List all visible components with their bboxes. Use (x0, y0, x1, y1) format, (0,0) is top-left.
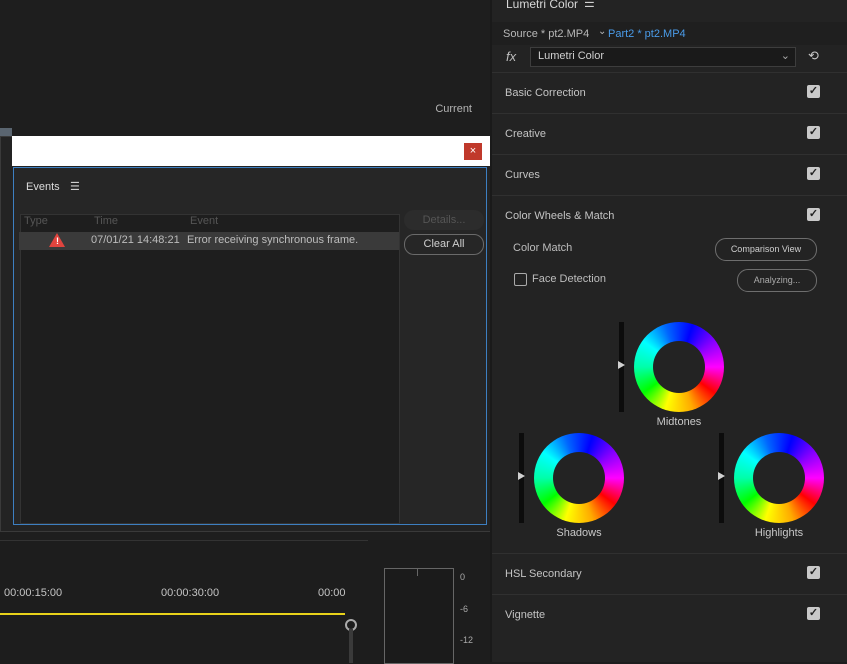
chevron-down-icon: ⌄ (780, 50, 790, 62)
face-detection-label: Face Detection (532, 273, 606, 285)
close-button[interactable]: × (464, 143, 482, 160)
column-header-type[interactable]: Type (24, 215, 48, 227)
slider-knob[interactable] (618, 361, 625, 369)
section-checkbox[interactable]: ✓ (807, 167, 820, 180)
meter-box (384, 568, 454, 664)
warning-icon-mark: ! (56, 236, 59, 246)
effect-row: fx Lumetri Color ⌄ ⟲ (492, 45, 847, 69)
section-label: HSL Secondary (505, 568, 582, 580)
section-color-wheels[interactable]: Color Wheels & Match ✓ (492, 195, 847, 237)
section-label: Creative (505, 128, 546, 140)
current-label: Current (435, 103, 472, 115)
panel-title[interactable]: Lumetri Color (506, 0, 578, 11)
panel-menu-icon[interactable]: ☰ (70, 180, 80, 193)
wheel-center[interactable] (753, 452, 805, 504)
color-match-label: Color Match (513, 242, 573, 254)
meter-tick: -12 (460, 635, 474, 645)
wheel-center[interactable] (553, 452, 605, 504)
effect-select-value: Lumetri Color (538, 50, 605, 62)
highlights-color-wheel[interactable] (734, 433, 824, 523)
lumetri-color-panel: Lumetri Color ☰ Source * pt2.MP4 ⌄ Part2… (490, 0, 847, 662)
section-curves[interactable]: Curves ✓ (492, 154, 847, 196)
source-bar: Source * pt2.MP4 ⌄ Part2 * pt2.MP4 (492, 22, 847, 45)
timecode-label: 00:00:15:00 (4, 587, 63, 599)
work-area-bar[interactable] (0, 613, 345, 615)
section-vignette[interactable]: Vignette ✓ (492, 594, 847, 636)
meter-divider (417, 568, 418, 576)
section-checkbox[interactable]: ✓ (807, 607, 820, 620)
event-time: 07/01/21 14:48:21 (91, 234, 180, 246)
chevron-down-icon[interactable]: ⌄ (598, 26, 606, 37)
highlights-label: Highlights (754, 527, 804, 539)
section-checkbox[interactable]: ✓ (807, 566, 820, 579)
column-header-event[interactable]: Event (190, 215, 218, 227)
slider-knob[interactable] (518, 472, 525, 480)
timeline-panel: 00:00:15:00 00:00:30:00 00:00 (0, 540, 368, 663)
effect-select[interactable]: Lumetri Color ⌄ (530, 47, 796, 67)
events-panel-title: Events (26, 181, 60, 193)
section-creative[interactable]: Creative ✓ (492, 113, 847, 155)
panel-menu-icon[interactable]: ☰ (584, 0, 595, 10)
section-basic-correction[interactable]: Basic Correction ✓ (492, 72, 847, 114)
timecode-label: 00:00 (318, 587, 346, 599)
scrollbar-track[interactable] (349, 629, 353, 663)
wheel-center[interactable] (653, 341, 705, 393)
midtones-slider[interactable] (618, 322, 625, 412)
section-checkbox[interactable]: ✓ (807, 208, 820, 221)
clear-all-button[interactable]: Clear All (404, 234, 484, 255)
section-label: Vignette (505, 609, 546, 621)
face-detection-checkbox[interactable] (514, 273, 527, 286)
column-header-time[interactable]: Time (94, 215, 118, 227)
midtones-label: Midtones (656, 416, 702, 428)
analyzing-button[interactable]: Analyzing... (737, 269, 817, 292)
meter-tick: 0 (460, 572, 466, 582)
shadows-label: Shadows (556, 527, 602, 539)
highlights-slider[interactable] (718, 433, 725, 523)
shadows-color-wheel[interactable] (534, 433, 624, 523)
shadows-slider[interactable] (518, 433, 525, 523)
events-panel: Events ☰ Type Time Event ! 07/01/21 14:4… (13, 167, 487, 525)
section-checkbox[interactable]: ✓ (807, 126, 820, 139)
section-label: Curves (505, 169, 540, 181)
slider-knob[interactable] (718, 472, 725, 480)
event-message: Error receiving synchronous frame. (187, 234, 359, 246)
audio-meter: 0 -6 -12 (372, 540, 490, 664)
events-list (20, 214, 400, 524)
section-hsl-secondary[interactable]: HSL Secondary ✓ (492, 553, 847, 595)
event-row[interactable]: ! 07/01/21 14:48:21 Error receiving sync… (19, 232, 399, 250)
midtones-color-wheel[interactable] (634, 322, 724, 412)
section-label: Basic Correction (505, 87, 586, 99)
details-button[interactable]: Details... (404, 210, 484, 230)
fx-icon[interactable]: fx (506, 49, 516, 64)
dialog-titlebar[interactable]: × (12, 136, 490, 166)
timecode-label: 00:00:30:00 (161, 587, 220, 599)
section-checkbox[interactable]: ✓ (807, 85, 820, 98)
section-label: Color Wheels & Match (505, 210, 615, 222)
sequence-clip-label[interactable]: Part2 * pt2.MP4 (608, 28, 686, 40)
meter-tick: -6 (460, 604, 469, 614)
reset-icon[interactable]: ⟲ (808, 48, 819, 64)
comparison-view-button[interactable]: Comparison View (715, 238, 817, 261)
source-clip-label[interactable]: Source * pt2.MP4 (503, 28, 589, 40)
